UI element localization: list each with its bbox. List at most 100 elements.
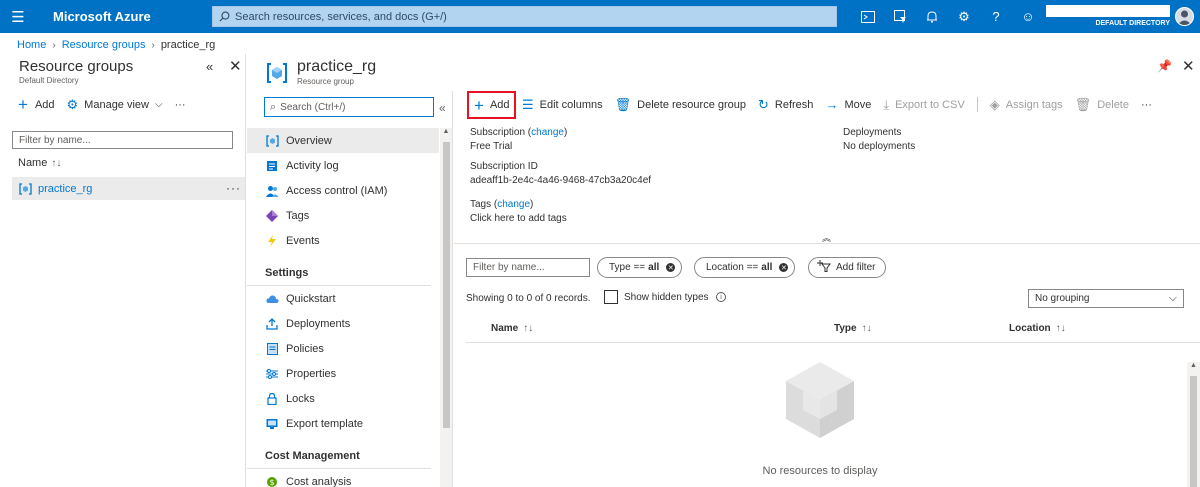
- manage-view-button[interactable]: ⚙ Manage view ⌵: [67, 97, 163, 113]
- menu-item-access-control[interactable]: Access control (IAM): [247, 178, 439, 203]
- grouping-dropdown[interactable]: No grouping ⌵: [1028, 289, 1184, 308]
- main-scrollbar[interactable]: ▲: [1187, 362, 1200, 487]
- export-csv-button[interactable]: ⤓ Export to CSV: [883, 97, 964, 113]
- scroll-thumb[interactable]: [1190, 376, 1197, 487]
- deploy-icon: [265, 317, 279, 331]
- column-label: Name: [491, 323, 519, 334]
- essentials-panel: Subscription (change) Free Trial Subscri…: [454, 118, 1200, 244]
- add-filter-button[interactable]: Add filter: [808, 257, 887, 278]
- menu-item-deployments[interactable]: Deployments: [247, 311, 439, 336]
- menu-item-label: Quickstart: [286, 292, 336, 305]
- scroll-thumb[interactable]: [443, 142, 450, 428]
- menu-item-locks[interactable]: Locks: [247, 386, 439, 411]
- refresh-icon: ↻: [758, 96, 769, 112]
- breadcrumb-home[interactable]: Home: [17, 39, 46, 51]
- edit-columns-button[interactable]: ☰ Edit columns: [522, 97, 603, 113]
- more-icon[interactable]: ···: [226, 181, 241, 195]
- scroll-up-icon[interactable]: ▲: [440, 128, 452, 140]
- menu-item-quickstart[interactable]: Quickstart: [247, 286, 439, 311]
- menu-item-label: Deployments: [286, 317, 351, 330]
- sort-icon: ↑↓: [861, 323, 872, 334]
- close-icon[interactable]: ✕: [1182, 57, 1195, 75]
- more-button[interactable]: ···: [1141, 99, 1152, 111]
- menu-item-export-template[interactable]: Export template: [247, 411, 439, 436]
- add-button[interactable]: + Add: [467, 91, 516, 119]
- refresh-button[interactable]: ↻ Refresh: [758, 97, 813, 113]
- menu-item-cost-analysis[interactable]: $ Cost analysis: [247, 469, 439, 487]
- global-search-input[interactable]: Search resources, services, and docs (G+…: [212, 6, 837, 27]
- help-icon[interactable]: ?: [980, 0, 1012, 33]
- menu-item-properties[interactable]: Properties: [247, 361, 439, 386]
- add-button[interactable]: + Add: [18, 96, 55, 113]
- subscription-change-link[interactable]: change: [531, 127, 564, 138]
- cloud-shell-icon[interactable]: [852, 0, 884, 33]
- menu-search-input[interactable]: ⌕ Search (Ctrl+/): [264, 97, 434, 117]
- collapse-blade-icon[interactable]: «: [206, 59, 213, 74]
- tags-change-link[interactable]: change: [497, 199, 530, 210]
- clear-filter-icon[interactable]: ✕: [779, 263, 789, 272]
- menu-item-activity-log[interactable]: Activity log: [247, 153, 439, 178]
- pin-icon[interactable]: 📌: [1157, 59, 1172, 73]
- add-label: Add: [489, 99, 510, 111]
- collapse-menu-icon[interactable]: «: [439, 101, 446, 115]
- close-icon[interactable]: ✕: [229, 57, 242, 75]
- resource-groups-blade: Resource groups Default Directory « ✕ + …: [0, 54, 246, 487]
- top-bar-icons: ⚙ ? ☺: [852, 0, 1044, 33]
- type-column-header[interactable]: Type ↑↓: [834, 323, 872, 334]
- menu-item-events[interactable]: Events: [247, 228, 439, 253]
- blade-toolbar: + Add ⚙ Manage view ⌵ ···: [18, 96, 198, 113]
- menu-icon[interactable]: ☰: [0, 0, 36, 33]
- avatar[interactable]: [1175, 7, 1194, 26]
- show-hidden-types-checkbox[interactable]: [604, 290, 618, 304]
- column-label: Type: [834, 323, 857, 334]
- account-menu[interactable]: DEFAULT DIRECTORY: [1046, 5, 1170, 29]
- collapse-essentials-icon[interactable]: ︽: [822, 231, 831, 244]
- delete-resource-group-button[interactable]: 🗑 Delete resource group: [615, 97, 746, 113]
- assign-tags-button[interactable]: ◈ Assign tags: [990, 97, 1063, 113]
- menu-item-overview[interactable]: Overview: [247, 128, 439, 153]
- portal-brand[interactable]: Microsoft Azure: [53, 9, 211, 24]
- list-item[interactable]: practice_rg ···: [12, 177, 245, 200]
- menu-item-label: Locks: [286, 392, 315, 405]
- info-icon[interactable]: i: [716, 292, 726, 302]
- account-directory: DEFAULT DIRECTORY: [1095, 20, 1170, 27]
- trash-icon: 🗑: [614, 96, 632, 112]
- menu-item-policies[interactable]: Policies: [247, 336, 439, 361]
- location-filter-pill[interactable]: Location == all ✕: [694, 257, 796, 278]
- location-column-header[interactable]: Location ↑↓: [1009, 323, 1066, 334]
- assign-tags-label: Assign tags: [1005, 98, 1063, 111]
- name-column-header[interactable]: Name ↑↓: [491, 323, 533, 334]
- filter-by-name-input[interactable]: Filter by name...: [12, 131, 233, 149]
- deployments-value-link[interactable]: No deployments: [843, 141, 915, 152]
- menu-section-settings: Settings: [247, 253, 431, 286]
- menu-list: Overview Activity log Access control (IA…: [247, 128, 439, 487]
- scroll-up-icon[interactable]: ▲: [1187, 362, 1200, 369]
- filter-by-name-input[interactable]: Filter by name...: [466, 258, 590, 277]
- tag-icon: [265, 209, 279, 223]
- settings-icon[interactable]: ⚙: [948, 0, 980, 33]
- properties-icon: [265, 367, 279, 381]
- more-button[interactable]: ···: [175, 99, 186, 111]
- menu-search-placeholder: Search (Ctrl+/): [280, 101, 346, 113]
- menu-item-label: Access control (IAM): [286, 184, 388, 197]
- type-filter-pill[interactable]: Type == all ✕: [597, 257, 683, 278]
- notifications-icon[interactable]: [916, 0, 948, 33]
- manage-view-label: Manage view: [84, 98, 149, 111]
- subscription-value-link[interactable]: Free Trial: [470, 141, 512, 152]
- more-label: ···: [1140, 98, 1152, 111]
- chevron-right-icon: ›: [52, 39, 56, 51]
- add-tags-link[interactable]: Click here to add tags: [470, 213, 567, 224]
- menu-scrollbar[interactable]: ▲: [440, 128, 452, 487]
- directory-filter-icon[interactable]: [884, 0, 916, 33]
- empty-state-message: No resources to display: [762, 465, 878, 477]
- clear-filter-icon[interactable]: ✕: [666, 263, 676, 272]
- sort-icon: ↑↓: [523, 323, 534, 334]
- menu-section-cost-management: Cost Management: [247, 436, 431, 469]
- name-column-header[interactable]: Name ↑↓: [18, 157, 61, 169]
- subscription-label-text: Subscription: [470, 127, 526, 138]
- breadcrumb-resource-groups[interactable]: Resource groups: [62, 39, 146, 51]
- move-button[interactable]: → Move: [825, 97, 871, 112]
- delete-button[interactable]: 🗑 Delete: [1075, 97, 1129, 113]
- feedback-icon[interactable]: ☺: [1012, 0, 1044, 33]
- menu-item-tags[interactable]: Tags: [247, 203, 439, 228]
